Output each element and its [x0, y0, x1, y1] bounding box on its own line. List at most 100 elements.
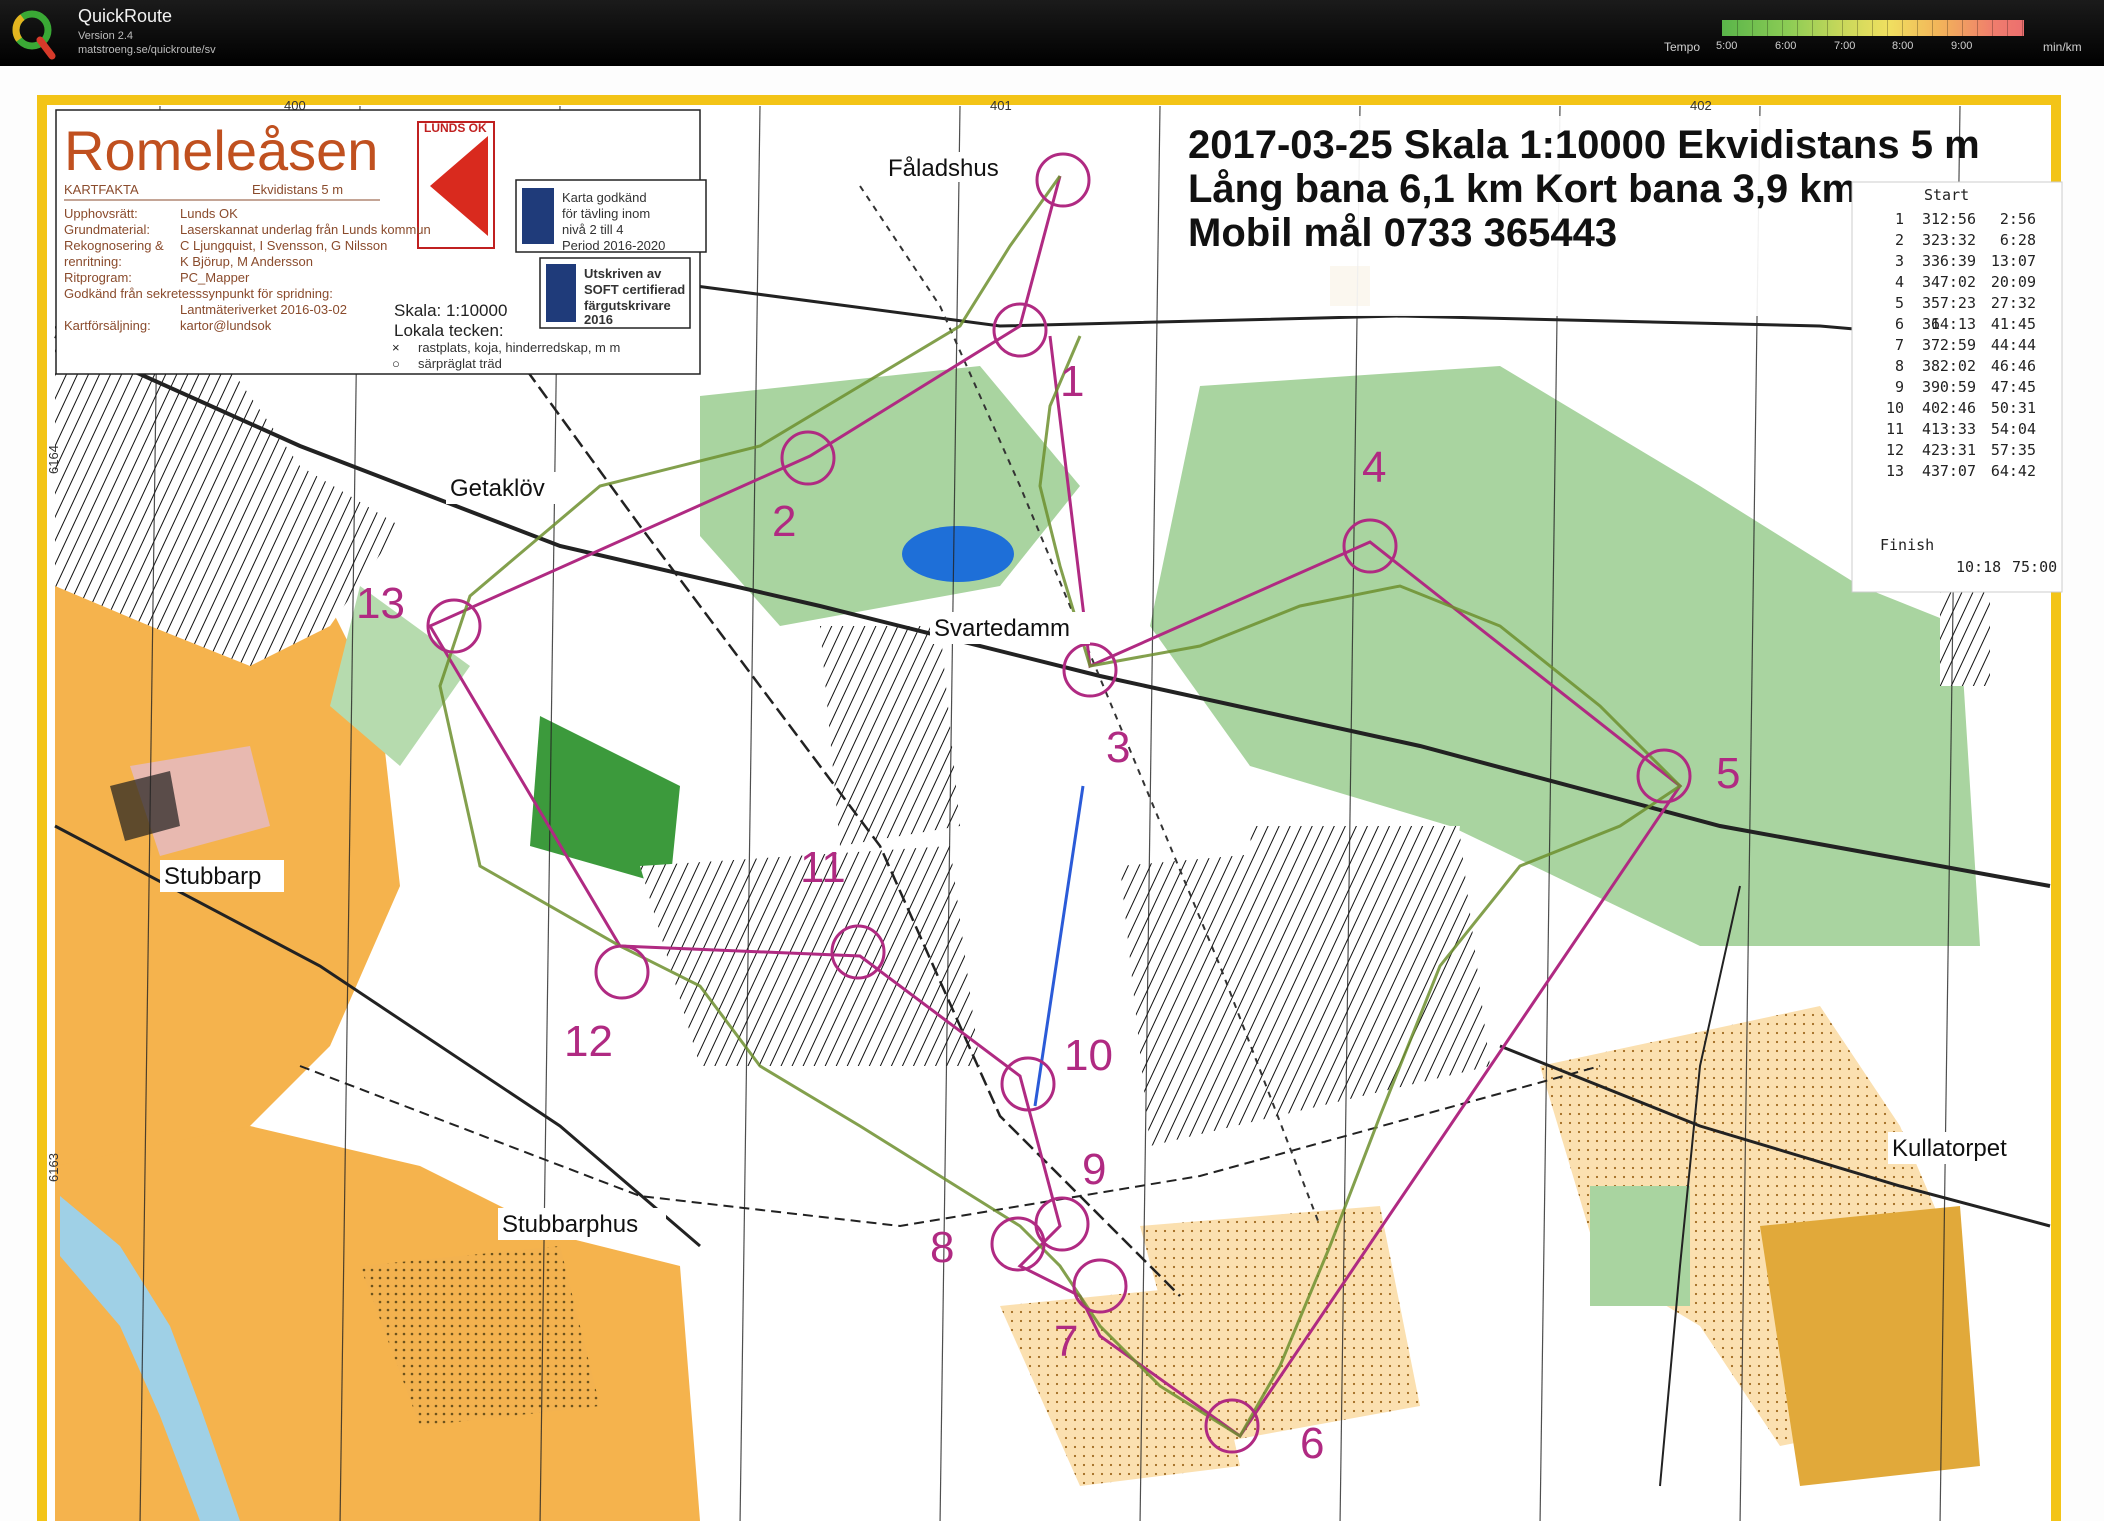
split-total: 64:42: [1991, 462, 2036, 480]
fact-value: K Björup, M Andersson: [180, 254, 313, 269]
local-symbols-heading: Lokala tecken:: [394, 321, 504, 340]
split-leg: 11: [1886, 420, 1904, 438]
approval-line: nivå 2 till 4: [562, 222, 623, 237]
split-leg-time: 7:07: [1940, 462, 1976, 480]
split-leg: 9: [1895, 378, 1904, 396]
app-url-link[interactable]: matstroeng.se/quickroute/sv: [78, 44, 216, 56]
splits-header: Start: [1924, 186, 1969, 204]
split-code: 32: [1922, 231, 1940, 249]
control-number: 7: [1054, 1317, 1078, 1366]
tempo-scale-cell: [1767, 20, 1783, 36]
control-number: 2: [772, 497, 796, 546]
svg-text:×: ×: [392, 340, 400, 355]
fact-label: Kartförsäljning:: [64, 318, 151, 333]
place-name: Kullatorpet: [1892, 1135, 2007, 1162]
control-number: 13: [356, 579, 405, 628]
split-total: 47:45: [1991, 378, 2036, 396]
fact-value: PC_Mapper: [180, 270, 250, 285]
tempo-scale-cell: [1932, 20, 1948, 36]
control-number: 11: [800, 843, 846, 892]
orienteering-map[interactable]: 1 2 3 4 5 6 7 8 9 10 11 12 13 Fåladshus …: [0, 66, 2104, 1521]
grid-label: 6164: [46, 445, 61, 474]
split-total: 46:46: [1991, 357, 2036, 375]
split-leg-time: 3:33: [1940, 420, 1976, 438]
control-number: 1: [1060, 357, 1084, 406]
tempo-scale-cell: [1962, 20, 1978, 36]
tempo-scale-cell: [1917, 20, 1933, 36]
place-name: Svartedamm: [934, 615, 1070, 642]
split-total: 44:44: [1991, 336, 2036, 354]
split-leg: 6: [1895, 315, 1904, 333]
soft-line: färgutskrivare: [584, 298, 671, 313]
control-number: 12: [564, 1017, 613, 1066]
tempo-scale-cell: [1797, 20, 1813, 36]
map-title: Romeleåsen: [64, 119, 378, 182]
soft-line: 2016: [584, 312, 613, 327]
split-total: 41:45: [1991, 315, 2036, 333]
split-leg-time: 7:23: [1940, 294, 1976, 312]
scale-box: Skala: 1:10000: [394, 301, 507, 320]
tempo-tick-label: 5:00: [1716, 40, 1738, 52]
split-code: 39: [1922, 378, 1940, 396]
tempo-color-scale: [1722, 20, 2024, 36]
local-symbol-label: särpräglat träd: [418, 356, 502, 371]
split-leg-time: 6:39: [1940, 252, 1976, 270]
lake-svartedamm: [902, 526, 1014, 582]
approval-line: för tävling inom: [562, 206, 650, 221]
tempo-scale-cell: [1857, 20, 1873, 36]
split-leg: 2: [1895, 231, 1904, 249]
fact-label: Upphovsrätt:: [64, 206, 138, 221]
split-leg-time: 3:31: [1940, 441, 1976, 459]
place-name: Stubbarphus: [502, 1211, 638, 1238]
tempo-unit-label: min/km: [2043, 40, 2082, 54]
control-number: 5: [1716, 749, 1740, 798]
tempo-scale-cell: [1887, 20, 1903, 36]
fact-value: Lantmäteriverket 2016-03-02: [180, 302, 347, 317]
split-total: 13:07: [1991, 252, 2036, 270]
split-leg-time: 14:13: [1931, 315, 1976, 333]
kartfakta-ekvidistans: Ekvidistans 5 m: [252, 182, 343, 197]
tempo-tick-label: 8:00: [1892, 40, 1914, 52]
split-total: 50:31: [1991, 399, 2036, 417]
tempo-scale-cell: [1737, 20, 1753, 36]
tempo-tick-label: 6:00: [1775, 40, 1797, 52]
club-logo-text: LUNDS OK: [424, 121, 487, 135]
map-header-line: Mobil mål 0733 365443: [1188, 211, 1617, 255]
place-name: Stubbarp: [164, 863, 261, 890]
fact-value: Laserskannat underlag från Lunds kommun: [180, 222, 431, 237]
grid-label: 402: [1690, 98, 1712, 113]
split-total: 27:32: [1991, 294, 2036, 312]
tempo-scale-cell: [1992, 20, 2008, 36]
map-legend-box: Romeleåsen LUNDS OK KARTFAKTA Ekvidistan…: [55, 109, 707, 375]
fact-label: Godkänd från sekretesssynpunkt för sprid…: [64, 286, 333, 301]
grid-label: 401: [990, 98, 1012, 113]
control-number: 3: [1106, 723, 1130, 772]
split-total: 54:04: [1991, 420, 2036, 438]
split-total: 6:28: [2000, 231, 2036, 249]
split-leg-time: 2:56: [1940, 210, 1976, 228]
control-number: 9: [1082, 1145, 1106, 1194]
split-total: 2:56: [2000, 210, 2036, 228]
map-header-line: 2017-03-25 Skala 1:10000 Ekvidistans 5 m: [1188, 123, 1980, 167]
split-leg: 10: [1886, 399, 1904, 417]
app-version: Version 2.4: [78, 30, 134, 42]
tempo-scale-cell: [1902, 20, 1918, 36]
split-total: 57:35: [1991, 441, 2036, 459]
fact-label: Ritprogram:: [64, 270, 132, 285]
split-code: 40: [1922, 399, 1940, 417]
control-number: 6: [1300, 1419, 1324, 1468]
split-code: 35: [1922, 294, 1940, 312]
tempo-tick-label: 7:00: [1834, 40, 1856, 52]
tempo-scale-cell: [1812, 20, 1828, 36]
split-leg-time: 7:02: [1940, 273, 1976, 291]
tempo-scale-cell: [1842, 20, 1858, 36]
split-code: 33: [1922, 252, 1940, 270]
split-leg: 5: [1895, 294, 1904, 312]
split-leg: 3: [1895, 252, 1904, 270]
svg-text:○: ○: [392, 356, 400, 371]
map-canvas[interactable]: 1 2 3 4 5 6 7 8 9 10 11 12 13 Fåladshus …: [0, 66, 2104, 1521]
tempo-scale-cell: [1752, 20, 1768, 36]
split-leg-time: 0:59: [1940, 378, 1976, 396]
place-name: Fåladshus: [888, 155, 999, 182]
split-leg: 7: [1895, 336, 1904, 354]
